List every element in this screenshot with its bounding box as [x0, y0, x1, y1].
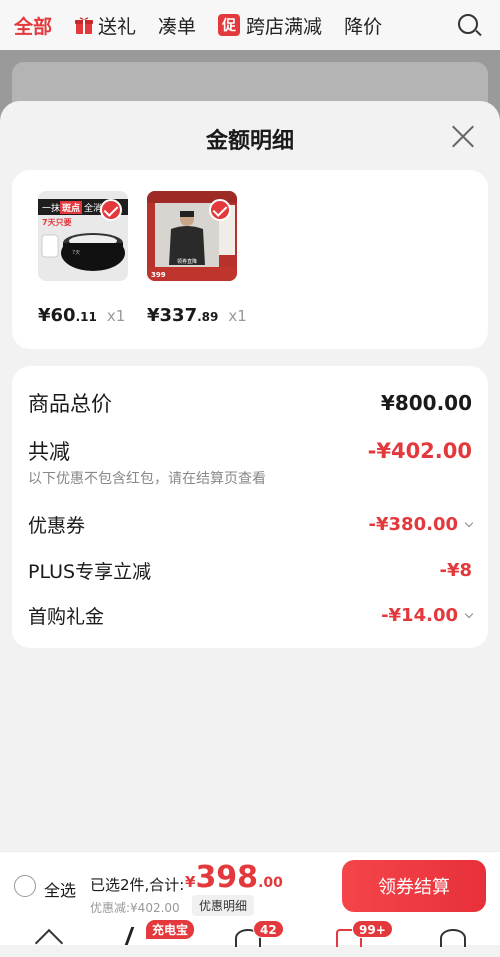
svg-text:一抹: 一抹: [42, 202, 60, 214]
total-price-label: 商品总价: [28, 392, 112, 416]
price-detail-card: 商品总价 ¥800.00 共减 -¥402.00 以下优惠不包含红包，请在结算页…: [12, 366, 488, 648]
tab-cross-store[interactable]: 促 跨店满减: [218, 12, 322, 39]
promo-badge: 促: [218, 14, 241, 36]
discount-note: 以下优惠不包含红包，请在结算页查看: [28, 471, 266, 487]
coupon-value: -¥380.00: [368, 514, 458, 535]
total-decimal: .00: [258, 875, 283, 891]
product-price: ¥60.11 x1: [38, 305, 125, 326]
svg-text:斑点: 斑点: [62, 202, 80, 214]
select-all-label[interactable]: 全选: [44, 877, 76, 901]
price-integer: ¥337: [147, 305, 198, 326]
first-purchase-label: 首购礼金: [28, 606, 105, 628]
saved-amount: 优惠减:¥402.00: [90, 901, 180, 915]
product-thumbnail[interactable]: 一抹 斑点 全消 7天只要 7天: [38, 191, 128, 281]
checkout-bar: 全选 已选2件,合计: ¥398.00 优惠减:¥402.00 优惠明细 领券结…: [0, 851, 500, 921]
tab-bundle[interactable]: 凑单: [158, 12, 196, 39]
plus-discount-label: PLUS专享立减: [28, 561, 152, 583]
tab-price-drop[interactable]: 降价: [344, 12, 382, 39]
tab-gift-label: 送礼: [98, 15, 137, 38]
bottom-nav: 充电宝 42 99+: [0, 919, 500, 947]
total-currency: ¥: [185, 873, 196, 891]
first-purchase-row[interactable]: 首购礼金 -¥14.00: [28, 602, 474, 629]
total-price-value: ¥800.00: [380, 391, 472, 415]
svg-text:399: 399: [151, 271, 166, 279]
price-integer: ¥60: [38, 305, 76, 326]
chevron-down-icon[interactable]: [464, 518, 474, 528]
selected-check-icon[interactable]: [100, 199, 122, 221]
message-badge: 42: [253, 920, 284, 938]
total-amount: ¥398.00: [185, 860, 283, 895]
coupon-label: 优惠券: [28, 515, 86, 537]
total-integer: 398: [195, 860, 259, 895]
power-bank-badge[interactable]: 充电宝: [145, 919, 196, 940]
product-item[interactable]: 399 领券直降 ¥337.89 x1: [147, 191, 247, 326]
sheet-title: 金额明细: [205, 129, 294, 154]
plus-discount-value: -¥8: [439, 560, 472, 581]
tab-gift[interactable]: 送礼: [74, 12, 136, 39]
amount-detail-sheet: 金额明细 一抹 斑点 全消 7天只要 7天 ¥60.11 x1 399 领券直降…: [0, 101, 500, 851]
svg-text:7天: 7天: [72, 250, 80, 256]
product-card: 一抹 斑点 全消 7天只要 7天 ¥60.11 x1 399 领券直降 ¥337…: [12, 170, 488, 349]
selection-summary: 已选2件,合计:: [90, 876, 185, 894]
search-icon[interactable]: [458, 14, 478, 34]
total-price-row: 商品总价 ¥800.00: [28, 388, 472, 418]
chevron-down-icon[interactable]: [464, 609, 474, 619]
product-quantity: x1: [106, 307, 126, 325]
tab-all[interactable]: 全部: [14, 12, 52, 39]
coupon-row[interactable]: 优惠券 -¥380.00: [28, 511, 474, 538]
selected-check-icon[interactable]: [209, 199, 231, 221]
product-quantity: x1: [228, 307, 247, 325]
svg-text:领券直降: 领券直降: [177, 258, 197, 265]
discount-row: 共减 -¥402.00: [28, 436, 472, 466]
discount-label: 共减: [28, 440, 70, 464]
price-decimal: .89: [197, 310, 219, 324]
checkout-button[interactable]: 领券结算: [342, 860, 486, 912]
tab-cross-store-label: 跨店满减: [246, 15, 323, 38]
product-price: ¥337.89 x1: [147, 305, 247, 326]
cart-badge: 99+: [352, 920, 393, 938]
first-purchase-value: -¥14.00: [381, 605, 458, 626]
product-thumbnail[interactable]: 399 领券直降: [147, 191, 237, 281]
select-all-radio[interactable]: [14, 875, 36, 897]
top-tab-bar: 全部 送礼 凑单 促 跨店满减 降价: [0, 0, 500, 50]
first-purchase-value-wrap: -¥14.00: [381, 605, 474, 626]
gift-icon: [75, 17, 94, 34]
plus-discount-row: PLUS专享立减 -¥8: [28, 557, 472, 584]
price-decimal: .11: [75, 310, 97, 324]
discount-value: -¥402.00: [367, 439, 472, 463]
svg-text:7天只要: 7天只要: [42, 218, 72, 227]
profile-icon[interactable]: [440, 929, 466, 947]
coupon-value-wrap: -¥380.00: [368, 514, 474, 535]
discount-detail-button[interactable]: 优惠明细: [192, 895, 255, 916]
home-icon[interactable]: [36, 929, 62, 947]
close-icon[interactable]: [450, 123, 476, 149]
product-item[interactable]: 一抹 斑点 全消 7天只要 7天 ¥60.11 x1: [38, 191, 128, 326]
